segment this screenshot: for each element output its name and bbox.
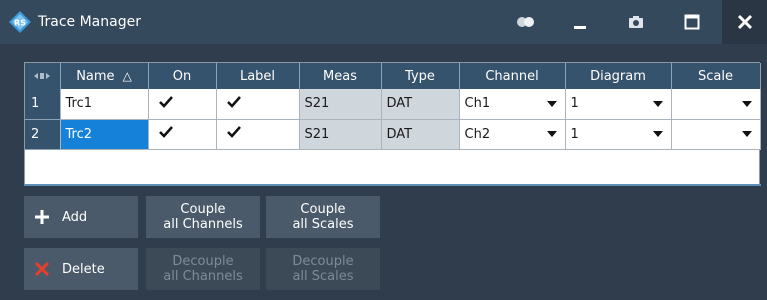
columns-corner[interactable] (25, 63, 61, 89)
close-button[interactable] (722, 0, 767, 44)
trace-label-checkbox[interactable] (216, 119, 300, 150)
trace-type-cell: DAT (381, 119, 460, 150)
column-header-meas[interactable]: Meas (299, 63, 382, 89)
sort-ascending-icon: △ (122, 68, 132, 83)
column-header-on[interactable]: On (148, 63, 217, 89)
column-header-name[interactable]: Name △ (60, 63, 149, 89)
trace-meas-cell: S21 (299, 119, 382, 150)
trace-meas-cell: S21 (299, 89, 382, 120)
row-number[interactable]: 1 (25, 89, 61, 120)
columns-icon (34, 72, 51, 80)
plus-icon (34, 209, 50, 225)
trace-name-cell-selected[interactable]: Trc2 (60, 119, 149, 150)
trace-on-checkbox[interactable] (148, 89, 217, 120)
table-row: 2 Trc2 S21 DAT Ch2 1 (25, 119, 761, 150)
delete-button[interactable]: Delete (24, 248, 138, 290)
dropdown-arrow-icon (741, 131, 752, 137)
decouple-all-scales-button[interactable]: Decouple all Scales (266, 248, 380, 290)
maximize-icon[interactable] (680, 0, 704, 44)
minimize-icon[interactable] (568, 0, 592, 44)
trace-on-checkbox[interactable] (148, 119, 217, 150)
dropdown-arrow-icon (652, 131, 663, 137)
delete-button-label: Delete (62, 261, 105, 277)
trace-diagram-dropdown[interactable]: 1 (565, 89, 672, 120)
trace-channel-dropdown[interactable]: Ch2 (459, 119, 566, 150)
column-header-type[interactable]: Type (381, 63, 460, 89)
delete-x-icon (34, 261, 50, 277)
decouple-all-channels-button[interactable]: Decouple all Channels (146, 248, 260, 290)
couple-all-channels-button[interactable]: Couple all Channels (146, 196, 260, 238)
add-button-label: Add (62, 209, 88, 225)
trace-channel-dropdown[interactable]: Ch1 (459, 89, 566, 120)
dropdown-arrow-icon (741, 100, 752, 107)
trace-diagram-dropdown[interactable]: 1 (565, 119, 672, 150)
couple-all-scales-button[interactable]: Couple all Scales (266, 196, 380, 238)
column-header-channel[interactable]: Channel (459, 63, 566, 89)
dropdown-arrow-icon (652, 100, 663, 107)
trace-table: Name △ On Label Meas Type Channel Diagram… (24, 62, 761, 186)
column-header-scale[interactable]: Scale (671, 63, 761, 89)
close-icon (737, 14, 753, 30)
row-number[interactable]: 2 (25, 119, 61, 150)
dialog-content: Name △ On Label Meas Type Channel Diagram… (0, 44, 767, 300)
toggle-icon[interactable] (512, 0, 540, 44)
title-bar: RS Trace Manager (0, 0, 767, 44)
checkmark-icon (226, 95, 241, 112)
add-button[interactable]: Add (24, 196, 138, 238)
trace-scale-dropdown[interactable] (671, 89, 761, 120)
dropdown-arrow-icon (546, 131, 557, 137)
checkmark-icon (158, 126, 173, 142)
trace-type-cell: DAT (381, 89, 460, 120)
trace-name-cell[interactable]: Trc1 (60, 89, 149, 120)
svg-text:RS: RS (14, 19, 26, 28)
checkmark-icon (158, 95, 173, 112)
trace-scale-dropdown[interactable] (671, 119, 761, 150)
dropdown-arrow-icon (546, 100, 557, 107)
rohde-schwarz-logo-icon: RS (8, 10, 32, 34)
section-divider (24, 184, 761, 186)
table-header-row: Name △ On Label Meas Type Channel Diagram… (25, 63, 761, 89)
column-header-label[interactable]: Label (216, 63, 300, 89)
checkmark-icon (226, 126, 241, 142)
table-row: 1 Trc1 S21 DAT Ch1 1 (25, 89, 761, 120)
trace-label-checkbox[interactable] (216, 89, 300, 120)
camera-icon[interactable] (624, 0, 648, 44)
window-title: Trace Manager (38, 14, 141, 30)
column-header-diagram[interactable]: Diagram (565, 63, 672, 89)
